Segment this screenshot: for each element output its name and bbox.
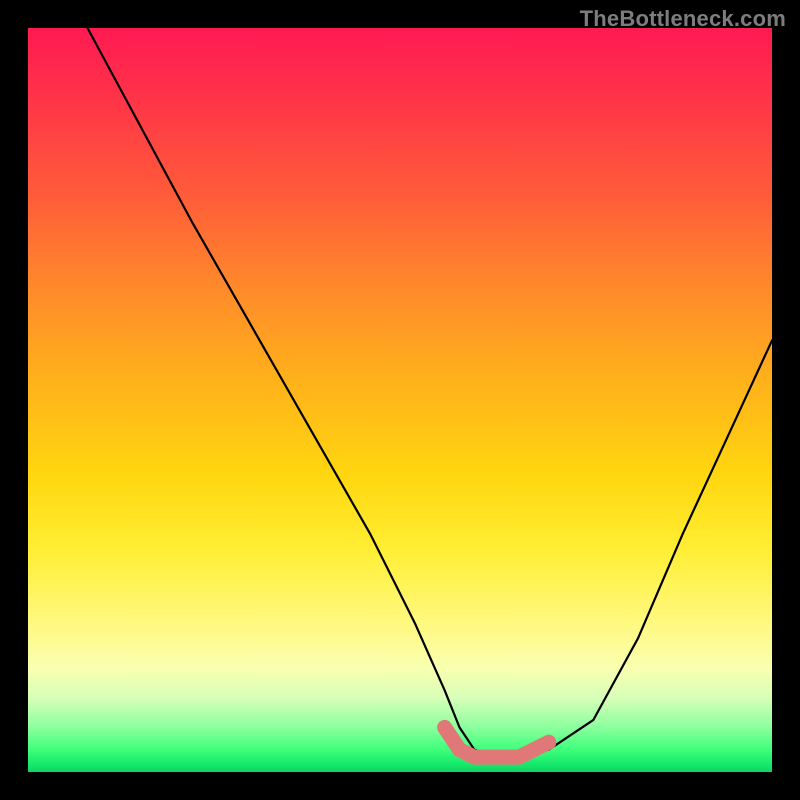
bottleneck-curve-line	[88, 28, 773, 757]
watermark-text: TheBottleneck.com	[580, 6, 786, 32]
chart-frame	[28, 28, 772, 772]
bottleneck-curve-plot	[28, 28, 772, 772]
bottleneck-optimal-range-marker	[445, 727, 549, 757]
